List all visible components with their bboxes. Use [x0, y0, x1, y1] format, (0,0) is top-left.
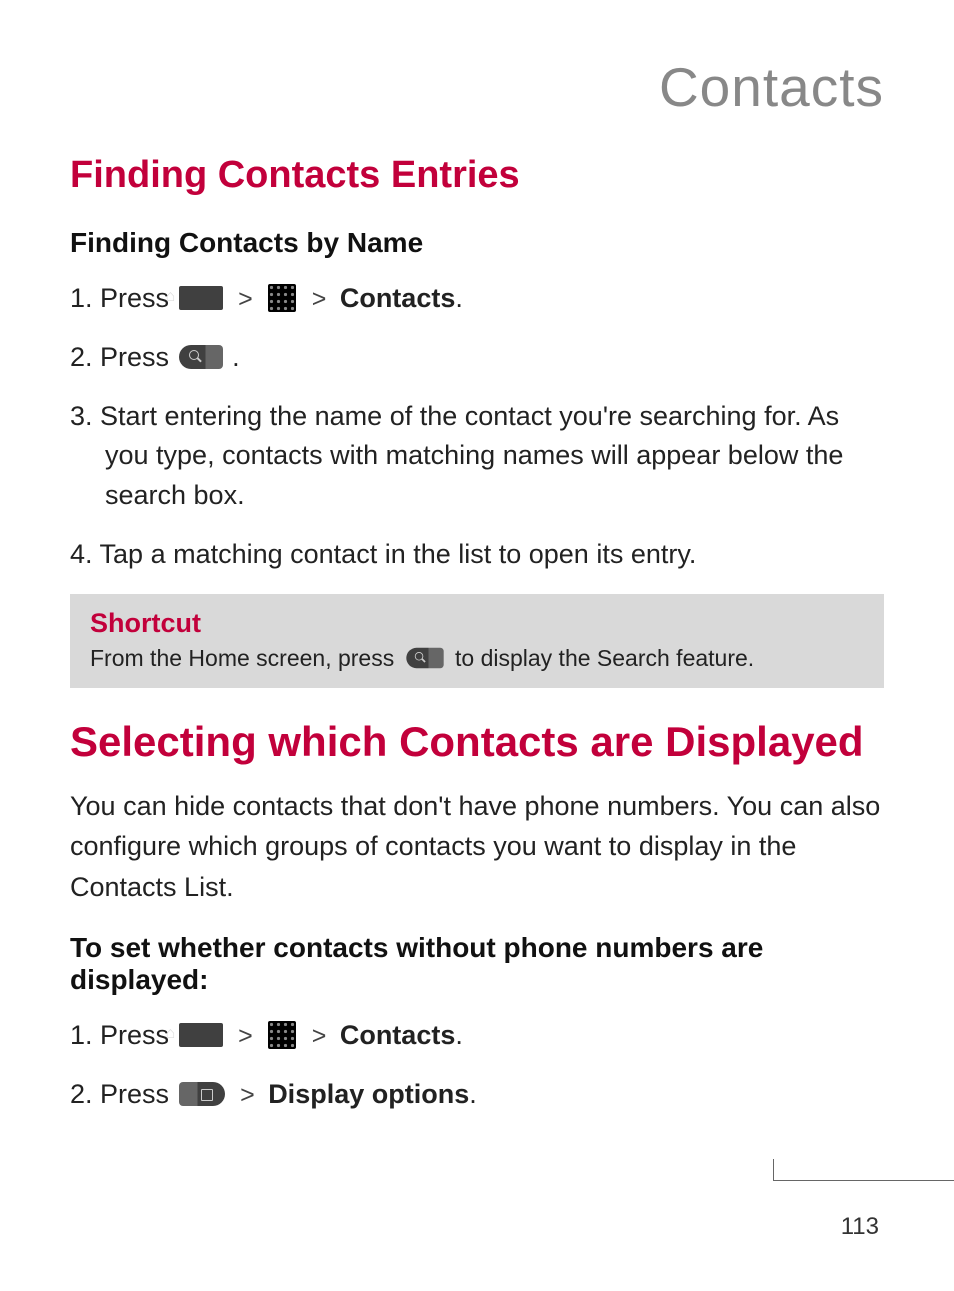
- step-2-display: 2. Press > Display options.: [70, 1075, 884, 1114]
- step-1b-end: .: [455, 1020, 463, 1050]
- shortcut-text-before: From the Home screen, press: [90, 645, 401, 671]
- shortcut-title: Shortcut: [90, 608, 864, 639]
- step-2b-target: Display options: [268, 1079, 469, 1109]
- step-4-find: 4. Tap a matching contact in the list to…: [70, 535, 884, 574]
- footer-rule-v: [773, 1159, 774, 1181]
- step-1-find: 1. Press > > Contacts.: [70, 279, 884, 318]
- step-1b-target: Contacts: [340, 1020, 456, 1050]
- step-2-prefix: 2. Press: [70, 342, 177, 372]
- shortcut-text: From the Home screen, press to display t…: [90, 645, 864, 672]
- step-1b-prefix: 1. Press: [70, 1020, 177, 1050]
- breadcrumb-separator: >: [238, 1022, 253, 1050]
- footer-rule: [774, 1180, 954, 1181]
- subheading-set-display: To set whether contacts without phone nu…: [70, 932, 884, 996]
- step-1-prefix: 1. Press: [70, 283, 177, 313]
- step-1-target: Contacts: [340, 283, 456, 313]
- apps-grid-icon: [268, 1021, 296, 1049]
- page-header-title: Contacts: [70, 55, 884, 119]
- breadcrumb-separator: >: [238, 285, 253, 313]
- step-1-end: .: [455, 283, 463, 313]
- search-key-icon: [406, 648, 443, 668]
- apps-grid-icon: [268, 284, 296, 312]
- section-selecting-title: Selecting which Contacts are Displayed: [70, 718, 884, 766]
- home-key-icon: [179, 286, 223, 310]
- step-1-display: 1. Press > > Contacts.: [70, 1016, 884, 1055]
- shortcut-callout: Shortcut From the Home screen, press to …: [70, 594, 884, 688]
- breadcrumb-separator: >: [240, 1081, 255, 1109]
- step-2b-end: .: [469, 1079, 477, 1109]
- section2-intro: You can hide contacts that don't have ph…: [70, 786, 884, 908]
- search-key-icon: [179, 345, 223, 369]
- section-finding-title: Finding Contacts Entries: [70, 154, 884, 197]
- home-key-icon: [179, 1023, 223, 1047]
- page-number: 113: [841, 1213, 879, 1241]
- step-3-find: 3. Start entering the name of the contac…: [70, 397, 884, 514]
- step-2-find: 2. Press .: [70, 338, 884, 377]
- subheading-finding-by-name: Finding Contacts by Name: [70, 227, 884, 259]
- step-2b-prefix: 2. Press: [70, 1079, 177, 1109]
- menu-key-icon: [179, 1082, 225, 1106]
- shortcut-text-after: to display the Search feature.: [455, 645, 754, 671]
- breadcrumb-separator: >: [312, 1022, 327, 1050]
- breadcrumb-separator: >: [312, 285, 327, 313]
- step-2-end: .: [232, 342, 240, 372]
